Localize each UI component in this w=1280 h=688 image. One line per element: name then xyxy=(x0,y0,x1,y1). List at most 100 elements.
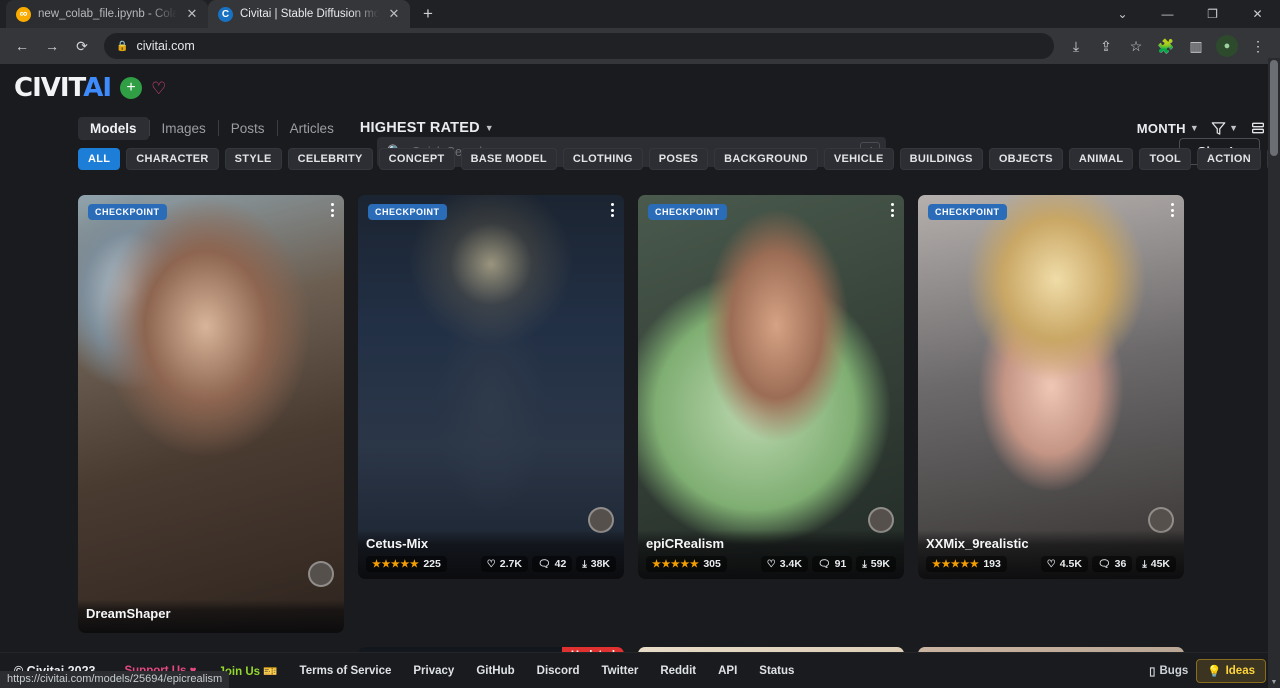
tab-images[interactable]: Images xyxy=(150,117,218,140)
install-app-icon[interactable]: ⤓ xyxy=(1062,32,1090,60)
chip-action[interactable]: ACTION xyxy=(1197,148,1261,170)
minimize-icon[interactable]: — xyxy=(1145,0,1190,28)
model-card[interactable]: CHECKPOINT DreamShaper xyxy=(78,195,344,633)
chip-celebrity[interactable]: CELEBRITY xyxy=(288,148,373,170)
browser-tab-colab[interactable]: ∞ new_colab_file.ipynb - Colaborat ✕ xyxy=(6,0,208,28)
page-scrollbar[interactable]: ▼ xyxy=(1268,58,1280,688)
bug-icon: ▯ xyxy=(1149,664,1155,678)
status-badge: CHECKPOINT xyxy=(368,204,447,220)
heart-icon: ♡ xyxy=(1047,559,1056,570)
heart-icon: ♡ xyxy=(487,559,496,570)
download-icon: ⤓ xyxy=(582,559,586,570)
browser-menu-icon[interactable]: ⋮ xyxy=(1244,32,1272,60)
bugs-button[interactable]: ▯ Bugs xyxy=(1149,664,1188,678)
new-tab-button[interactable]: + xyxy=(414,0,442,28)
heart-icon[interactable]: ♡ xyxy=(151,80,166,97)
close-icon[interactable]: ✕ xyxy=(184,6,200,22)
side-panel-icon[interactable]: ▥ xyxy=(1182,32,1210,60)
chevron-down-icon[interactable]: ⌄ xyxy=(1100,0,1145,28)
maximize-icon[interactable]: ❐ xyxy=(1190,0,1235,28)
model-card-footer: Cetus-Mix ★★★★★ 225 ♡ 2.7K 🗨 xyxy=(358,530,624,579)
profile-avatar[interactable]: ● xyxy=(1216,35,1238,57)
chip-style[interactable]: STYLE xyxy=(225,148,282,170)
sort-dropdown[interactable]: HIGHEST RATED ▼ xyxy=(360,120,494,136)
chip-base-model[interactable]: BASE MODEL xyxy=(461,148,557,170)
downloads-count: 45K xyxy=(1151,558,1170,570)
comments-count: 42 xyxy=(555,558,567,570)
back-icon[interactable]: ← xyxy=(8,32,36,60)
share-icon[interactable]: ⇪ xyxy=(1092,32,1120,60)
footer-link-status[interactable]: Status xyxy=(748,665,805,677)
model-card[interactable]: CHECKPOINT epiCRealism ★★★★★ 305 ♡ 3.4 xyxy=(638,195,904,579)
scroll-down-icon[interactable]: ▼ xyxy=(1268,676,1280,688)
page-content: CIVITAI + ♡ 🔍 Quick Search / Sign In Mod… xyxy=(0,64,1280,688)
tab-posts[interactable]: Posts xyxy=(219,117,277,140)
period-dropdown[interactable]: MONTH ▼ xyxy=(1137,121,1199,136)
engagement-stats: ♡ 3.4K 🗨 91 ⤓ 59K xyxy=(761,556,896,572)
chip-objects[interactable]: OBJECTS xyxy=(989,148,1063,170)
footer-link-discord[interactable]: Discord xyxy=(526,665,591,677)
download-icon: ⤓ xyxy=(1142,559,1146,570)
sub-navigation: Models Images Posts Articles HIGHEST RAT… xyxy=(0,112,1280,144)
model-card[interactable]: CHECKPOINT Cetus-Mix ★★★★★ 225 ♡ 2.7K xyxy=(358,195,624,579)
star-icon: ★★★★★ xyxy=(932,559,979,570)
footer-link-twitter[interactable]: Twitter xyxy=(590,665,649,677)
layout-toggle-icon[interactable] xyxy=(1250,120,1266,136)
bookmark-star-icon[interactable]: ☆ xyxy=(1122,32,1150,60)
ideas-button[interactable]: 💡 Ideas xyxy=(1196,659,1266,683)
card-menu-icon[interactable] xyxy=(331,203,334,217)
status-badge: CHECKPOINT xyxy=(648,204,727,220)
window-controls: ⌄ — ❐ ✕ xyxy=(1100,0,1280,28)
browser-tab-civitai[interactable]: C Civitai | Stable Diffusion models, ✕ xyxy=(208,0,410,28)
create-plus-icon[interactable]: + xyxy=(120,77,142,99)
reload-icon[interactable]: ⟳ xyxy=(68,32,96,60)
lock-icon: 🔒 xyxy=(116,41,128,52)
comment-icon: 🗨 xyxy=(538,559,551,570)
chip-character[interactable]: CHARACTER xyxy=(126,148,218,170)
card-menu-icon[interactable] xyxy=(611,203,614,217)
footer-link-github[interactable]: GitHub xyxy=(465,665,525,677)
rating-badge: ★★★★★ 193 xyxy=(926,556,1007,572)
chip-poses[interactable]: POSES xyxy=(649,148,708,170)
model-thumbnail xyxy=(358,195,624,579)
footer-link-privacy[interactable]: Privacy xyxy=(402,665,465,677)
address-bar[interactable]: 🔒 civitai.com xyxy=(104,33,1054,59)
forward-icon[interactable]: → xyxy=(38,32,66,60)
heart-icon: ♡ xyxy=(767,559,776,570)
chip-tool[interactable]: TOOL xyxy=(1139,148,1191,170)
model-card-footer: epiCRealism ★★★★★ 305 ♡ 3.4K xyxy=(638,530,904,579)
scrollbar-thumb[interactable] xyxy=(1270,60,1278,156)
chip-background[interactable]: BACKGROUND xyxy=(714,148,818,170)
civitai-logo[interactable]: CIVITAI + ♡ xyxy=(14,73,166,103)
footer-link-terms[interactable]: Terms of Service xyxy=(289,665,403,677)
ideas-label: Ideas xyxy=(1226,665,1255,677)
chip-animal[interactable]: ANIMAL xyxy=(1069,148,1134,170)
chip-vehicle[interactable]: VEHICLE xyxy=(824,148,894,170)
footer-link-reddit[interactable]: Reddit xyxy=(649,665,707,677)
close-icon[interactable]: ✕ xyxy=(386,6,402,22)
model-stats: ★★★★★ 305 ♡ 3.4K 🗨 91 xyxy=(646,556,896,572)
close-window-icon[interactable]: ✕ xyxy=(1235,0,1280,28)
download-icon: ⤓ xyxy=(862,559,866,570)
card-menu-icon[interactable] xyxy=(891,203,894,217)
card-menu-icon[interactable] xyxy=(1171,203,1174,217)
model-card-footer: DreamShaper xyxy=(78,600,344,633)
logo-text: CIVITAI xyxy=(14,73,111,103)
toolbar-actions: ⤓ ⇪ ☆ 🧩 ▥ ● ⋮ xyxy=(1062,32,1272,60)
avatar[interactable] xyxy=(308,561,334,587)
tab-models[interactable]: Models xyxy=(78,117,149,140)
chip-clothing[interactable]: CLOTHING xyxy=(563,148,643,170)
footer-link-api[interactable]: API xyxy=(707,665,748,677)
comments-count: 36 xyxy=(1115,558,1127,570)
chip-all[interactable]: ALL xyxy=(78,148,120,170)
comments-badge: 🗨 42 xyxy=(532,556,572,572)
filter-funnel-icon[interactable]: ▼ xyxy=(1211,121,1238,136)
model-title: XXMix_9realistic xyxy=(926,536,1176,551)
chip-concept[interactable]: CONCEPT xyxy=(379,148,455,170)
extensions-icon[interactable]: 🧩 xyxy=(1152,32,1180,60)
engagement-stats: ♡ 2.7K 🗨 42 ⤓ 38K xyxy=(481,556,616,572)
model-stats: ★★★★★ 193 ♡ 4.5K 🗨 36 xyxy=(926,556,1176,572)
tab-articles[interactable]: Articles xyxy=(278,117,346,140)
model-card[interactable]: CHECKPOINT XXMix_9realistic ★★★★★ 193 ♡ xyxy=(918,195,1184,579)
chip-buildings[interactable]: BUILDINGS xyxy=(900,148,983,170)
